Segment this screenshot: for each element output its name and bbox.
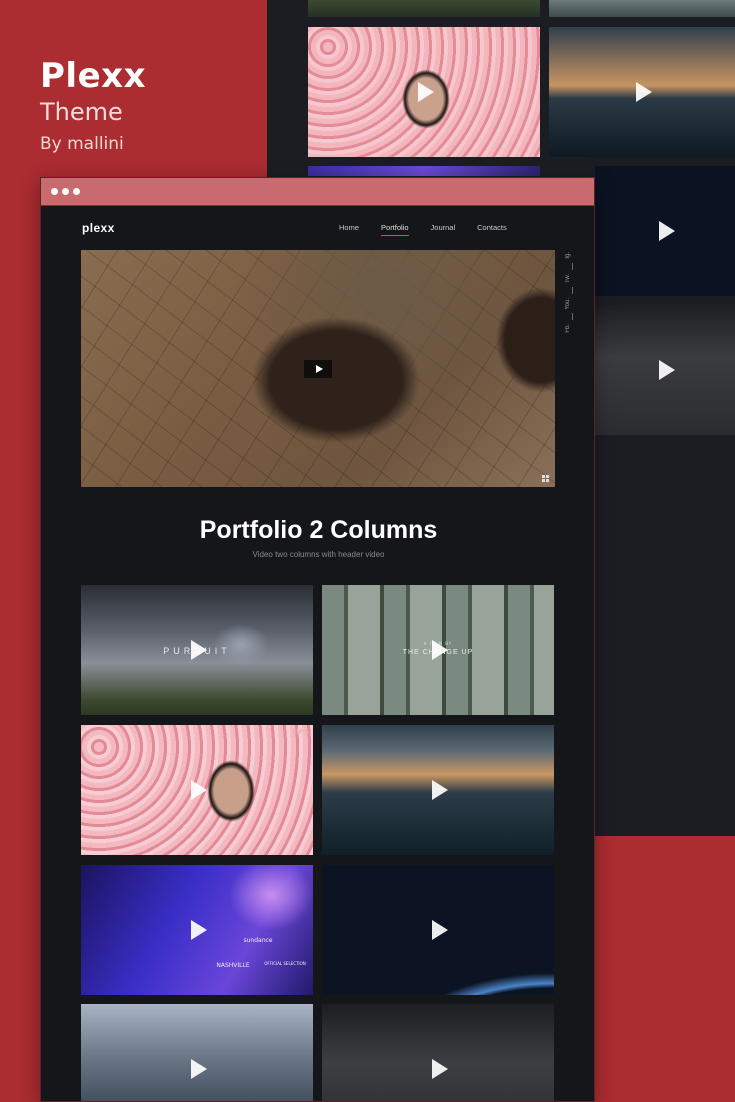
play-icon[interactable] — [191, 1059, 207, 1079]
bg-thumb-water — [549, 27, 735, 157]
play-icon[interactable] — [636, 82, 652, 102]
portfolio-item-dusk[interactable] — [81, 1004, 313, 1101]
award-laurel-selection: OFFICIAL SELECTION — [259, 961, 311, 966]
award-label: NASHVILLE — [216, 962, 250, 969]
play-icon[interactable] — [432, 920, 448, 940]
play-icon — [315, 365, 323, 373]
site-header: plexx Home Portfolio Journal Contacts Ig… — [41, 206, 594, 333]
play-icon[interactable] — [418, 82, 434, 102]
divider — [571, 262, 573, 270]
play-icon[interactable] — [659, 360, 675, 380]
play-icon[interactable] — [659, 221, 675, 241]
play-icon[interactable] — [191, 640, 207, 660]
nav-journal[interactable]: Journal — [431, 223, 456, 236]
play-icon[interactable] — [432, 640, 448, 660]
portfolio-item-cafe[interactable] — [322, 1004, 554, 1101]
promo-title: Plexx — [40, 56, 146, 96]
page-title: Portfolio 2 Columns — [199, 516, 438, 544]
portfolio-item-foam[interactable]: TIPS — [81, 725, 313, 855]
hero-play-button[interactable] — [304, 360, 332, 378]
promo-byline: By mallini — [40, 134, 124, 154]
corner-tag: TIPS — [291, 728, 309, 736]
divider — [571, 286, 573, 294]
portfolio-item-water[interactable] — [322, 725, 554, 855]
portfolio-item-space[interactable] — [322, 865, 554, 995]
portfolio-item-change-up[interactable]: A FILM BY THE CHANGE UP — [322, 585, 554, 715]
portfolio-item-neon[interactable]: sundance NASHVILLE OFFICIAL SELECTION — [81, 865, 313, 995]
fullscreen-icon[interactable] — [542, 475, 549, 482]
browser-window: plexx Home Portfolio Journal Contacts Ig… — [40, 177, 595, 1102]
main-nav: Home Portfolio Journal Contacts — [339, 223, 529, 236]
nav-contacts[interactable]: Contacts — [477, 223, 507, 236]
award-laurel-sundance: sundance — [233, 937, 283, 944]
nav-portfolio[interactable]: Portfolio — [381, 223, 409, 236]
divider — [571, 313, 573, 321]
promo-subtitle: Theme — [40, 98, 123, 126]
bg-thumb-space — [595, 166, 735, 296]
social-facebook[interactable]: Fb. — [565, 324, 571, 333]
award-label: sundance — [243, 937, 273, 944]
bg-thumb-foam — [308, 27, 540, 157]
promo-heading: Plexx Theme By mallini — [40, 58, 146, 154]
site-logo[interactable]: plexx — [82, 221, 115, 235]
play-icon[interactable] — [191, 920, 207, 940]
bg-thumb-top-right — [549, 0, 735, 17]
bg-thumb-top-left — [308, 0, 540, 17]
window-dot-icon[interactable] — [51, 188, 58, 195]
header-video[interactable] — [81, 250, 555, 487]
bg-thumb-purple — [308, 166, 540, 176]
social-links: Ig. Tw. You. Fb. — [565, 252, 579, 337]
nav-home[interactable]: Home — [339, 223, 359, 236]
award-label: OFFICIAL SELECTION — [264, 961, 306, 966]
play-icon[interactable] — [432, 780, 448, 800]
social-instagram[interactable]: Ig. — [565, 252, 571, 259]
social-twitter[interactable]: Tw. — [565, 274, 571, 283]
window-dot-icon[interactable] — [73, 188, 80, 195]
page-subtitle: Video two columns with header video — [252, 550, 385, 559]
portfolio-item-pursuit[interactable]: PURSUIT — [81, 585, 313, 715]
bg-thumb-cafe — [595, 305, 735, 435]
social-youtube[interactable]: You. — [565, 298, 571, 310]
browser-titlebar — [41, 178, 594, 206]
play-icon[interactable] — [191, 780, 207, 800]
window-controls — [51, 188, 80, 195]
award-laurel-nashville: NASHVILLE — [211, 962, 255, 969]
play-icon[interactable] — [432, 1059, 448, 1079]
window-dot-icon[interactable] — [62, 188, 69, 195]
